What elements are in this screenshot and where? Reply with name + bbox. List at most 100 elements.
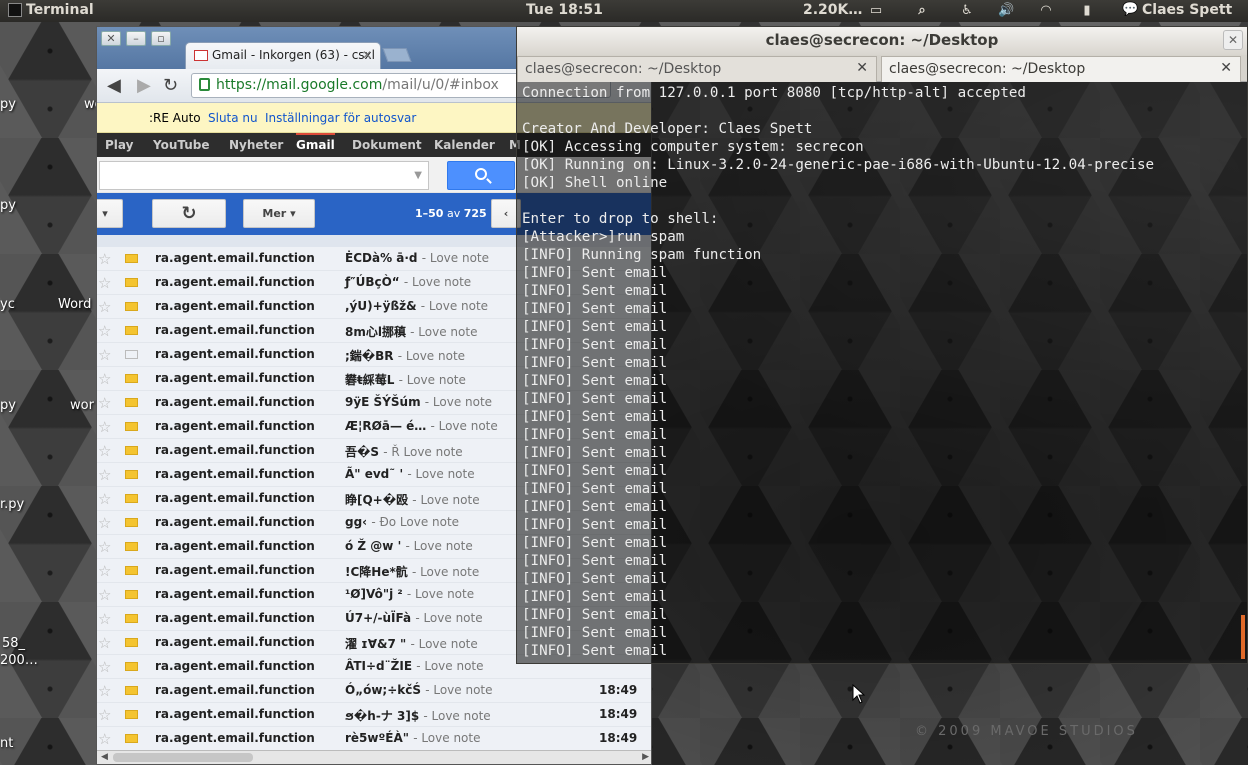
close-tab-icon[interactable]: ✕ [856,60,868,76]
terminal-tab-2[interactable]: claes@secrecon: ~/Desktop ✕ [881,56,1241,82]
label-icon[interactable] [125,590,138,599]
gbar-play[interactable]: Play [105,138,133,152]
label-icon[interactable] [125,254,138,263]
star-icon[interactable]: ☆ [98,346,111,364]
desktop-file-label[interactable]: py [0,97,16,112]
desktop-file-label[interactable]: py [0,398,16,413]
star-icon[interactable]: ☆ [98,706,111,724]
star-icon[interactable]: ☆ [98,274,111,292]
label-icon[interactable] [125,686,138,695]
chevron-down-icon[interactable]: ▼ [414,170,422,181]
star-icon[interactable]: ☆ [98,250,111,268]
terminal-tab-1[interactable]: claes@secrecon: ~/Desktop ✕ [517,56,877,82]
network-speed[interactable]: 2.20K… [803,2,862,18]
accessibility-icon[interactable]: ♿ [959,3,975,19]
user-menu[interactable]: 💬 Claes Spett [1122,2,1232,18]
label-icon[interactable] [125,614,138,623]
search-icon[interactable]: ⌕ [914,3,930,19]
star-icon[interactable]: ☆ [98,658,111,676]
maximize-window-button[interactable]: ▫ [151,31,171,46]
mail-row[interactable]: ☆ ra.agent.email.function ϧ�h-ナ 3]$ - Love… [97,703,651,727]
battery-icon[interactable]: ▮ [1079,3,1095,19]
mail-row[interactable]: ☆ ra.agent.email.function Ó„ów;÷kčŚ - Love… [97,679,651,703]
label-icon[interactable] [125,422,138,431]
star-icon[interactable]: ☆ [98,490,111,508]
desktop-file-label[interactable]: yc [0,297,15,312]
close-icon[interactable]: ✕ [1223,30,1243,50]
label-icon[interactable] [125,566,138,575]
more-actions-button[interactable]: Mer ▾ [243,199,315,228]
star-icon[interactable]: ☆ [98,466,111,484]
label-icon[interactable] [125,662,138,671]
wifi-icon[interactable]: ◠ [1038,3,1054,19]
label-icon[interactable] [125,374,138,383]
label-icon[interactable] [125,494,138,503]
gbar-calendar[interactable]: Kalender [434,138,495,152]
terminal-scrollbar[interactable] [1241,615,1245,659]
gbar-youtube[interactable]: YouTube [153,138,210,152]
mail-row[interactable]: ☆ ra.agent.email.function rè5wºÉÀ" - Love … [97,727,651,751]
star-icon[interactable]: ☆ [98,730,111,748]
desktop-file-label[interactable]: Word [58,297,91,312]
tab-gmail[interactable]: Gmail - Inkorgen (63) - csxl ✕ [185,42,381,69]
star-icon[interactable]: ☆ [98,586,111,604]
label-icon[interactable] [125,542,138,551]
forward-icon[interactable]: ▶ [137,75,151,96]
label-icon[interactable] [125,302,138,311]
close-window-button[interactable]: ✕ [101,31,121,46]
star-icon[interactable]: ☆ [98,610,111,628]
star-icon[interactable]: ☆ [98,682,111,700]
new-tab-button[interactable] [382,48,412,62]
volume-icon[interactable]: 🔊 [998,3,1014,19]
close-tab-icon[interactable]: ✕ [362,48,372,62]
stop-autoreply-link[interactable]: Sluta nu [208,111,258,125]
label-icon[interactable] [125,638,138,647]
reload-icon[interactable]: ↻ [163,75,178,96]
mail-subject-text: ¹Ø]Vô"j ² [345,587,403,601]
minimize-window-button[interactable]: – [126,31,146,46]
star-icon[interactable]: ☆ [98,514,111,532]
star-icon[interactable]: ☆ [98,370,111,388]
desktop-file-label[interactable]: wor [70,398,94,413]
desktop-file-label[interactable]: py [0,198,16,213]
label-icon[interactable] [125,470,138,479]
star-icon[interactable]: ☆ [98,442,111,460]
scroll-right-icon[interactable]: ▶ [642,751,649,764]
desktop-file-label[interactable]: nt [0,736,13,751]
label-icon[interactable] [125,446,138,455]
desktop-file-label[interactable]: 200… [0,653,38,668]
desktop-file-label[interactable]: r.py [0,497,24,512]
scroll-left-icon[interactable]: ◀ [101,751,108,764]
star-icon[interactable]: ☆ [98,418,111,436]
star-icon[interactable]: ☆ [98,322,111,340]
label-icon[interactable] [125,734,138,743]
label-icon[interactable] [125,278,138,287]
mail-search-input[interactable]: ▼ [99,161,429,190]
search-button[interactable] [447,161,515,190]
label-icon[interactable] [125,710,138,719]
refresh-button[interactable]: ↻ [152,199,226,228]
star-icon[interactable]: ☆ [98,634,111,652]
autoreply-settings-link[interactable]: Inställningar för autosvar [265,111,416,125]
select-dropdown-button[interactable]: ▾ [97,199,123,228]
star-icon[interactable]: ☆ [98,298,111,316]
gbar-news[interactable]: Nyheter [229,138,283,152]
label-icon[interactable] [125,518,138,527]
star-icon[interactable]: ☆ [98,538,111,556]
label-icon[interactable] [125,398,138,407]
label-icon[interactable] [125,326,138,335]
desktop-file-label[interactable]: 58_ [2,636,25,651]
gbar-docs[interactable]: Dokument [352,138,422,152]
scrollbar-thumb[interactable] [113,753,253,762]
active-app-menu[interactable]: Terminal [8,2,94,18]
gbar-gmail[interactable]: Gmail [296,133,335,152]
clock[interactable]: Tue 18:51 [526,2,603,18]
network-monitor-icon[interactable]: ▭ [868,3,884,19]
horizontal-scrollbar[interactable]: ◀ ▶ [97,750,651,764]
close-tab-icon[interactable]: ✕ [1220,60,1232,76]
label-icon[interactable] [125,350,138,359]
terminal-screen[interactable]: Connection from 127.0.0.1 port 8080 [tcp… [517,82,1247,663]
back-icon[interactable]: ◀ [107,75,121,96]
star-icon[interactable]: ☆ [98,394,111,412]
star-icon[interactable]: ☆ [98,562,111,580]
